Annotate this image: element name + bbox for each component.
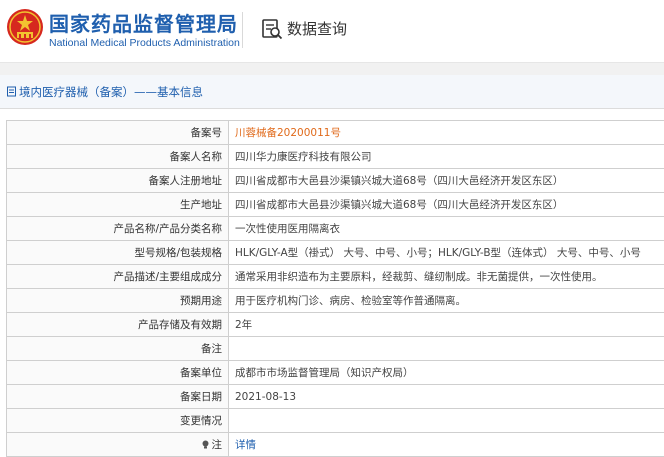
- national-emblem-icon: [7, 9, 43, 45]
- header-band: [0, 62, 664, 75]
- row-label: 产品存储及有效期: [6, 312, 229, 337]
- table-row: 备案日期 2021-08-13: [6, 384, 664, 409]
- row-value: 成都市市场监督管理局（知识产权局）: [228, 360, 664, 385]
- lightbulb-icon: [202, 440, 208, 449]
- table-row: 备案单位 成都市市场监督管理局（知识产权局）: [6, 360, 664, 385]
- section-header: 境内医疗器械（备案）——基本信息: [0, 75, 664, 109]
- table-row: 型号规格/包装规格 HLK/GLY-A型（褂式） 大号、中号、小号；HLK/GL…: [6, 240, 664, 265]
- document-icon: [7, 86, 16, 97]
- row-label: 备案人名称: [6, 144, 229, 169]
- row-value: 2年: [228, 312, 664, 337]
- row-value: 一次性使用医用隔离衣: [228, 216, 664, 241]
- org-name-en: National Medical Products Administration: [49, 37, 240, 49]
- row-label: 备注: [6, 336, 229, 361]
- row-value: [228, 408, 664, 433]
- row-value: 川蓉械备20200011号: [228, 120, 664, 145]
- table-row: 预期用途 用于医疗机构门诊、病房、检验室等作普通隔离。: [6, 288, 664, 313]
- row-label: 注: [211, 439, 223, 451]
- row-value: 通常采用非织造布为主要原料，经裁剪、缝纫制成。非无菌提供，一次性使用。: [228, 264, 664, 289]
- table-row: 注 详情: [6, 432, 664, 457]
- row-value: [228, 336, 664, 361]
- row-value: 用于医疗机构门诊、病房、检验室等作普通隔离。: [228, 288, 664, 313]
- row-label: 备案人注册地址: [6, 168, 229, 193]
- row-value: 四川省成都市大邑县沙渠镇兴城大道68号（四川大邑经济开发区东区）: [228, 168, 664, 193]
- table-row: 变更情况: [6, 408, 664, 433]
- row-value: 四川华力康医疗科技有限公司: [228, 144, 664, 169]
- info-table-wrapper: 备案号 川蓉械备20200011号 备案人名称 四川华力康医疗科技有限公司 备案…: [0, 109, 664, 457]
- org-name-cn: 国家药品监督管理局: [49, 12, 238, 36]
- detail-link[interactable]: 详情: [235, 439, 256, 451]
- header-divider: [242, 12, 243, 48]
- table-row: 产品存储及有效期 2年: [6, 312, 664, 337]
- row-label: 变更情况: [6, 408, 229, 433]
- section-title: 境内医疗器械（备案）——基本信息: [19, 84, 203, 99]
- table-row: 产品名称/产品分类名称 一次性使用医用隔离衣: [6, 216, 664, 241]
- row-label: 产品名称/产品分类名称: [6, 216, 229, 241]
- row-label: 备案号: [6, 120, 229, 145]
- site-header: 国家药品监督管理局 National Medical Products Admi…: [0, 0, 664, 62]
- row-label: 备案日期: [6, 384, 229, 409]
- note-value-cell: 详情: [228, 432, 664, 457]
- row-label: 型号规格/包装规格: [6, 240, 229, 265]
- info-table: 备案号 川蓉械备20200011号 备案人名称 四川华力康医疗科技有限公司 备案…: [6, 120, 664, 457]
- row-value: HLK/GLY-A型（褂式） 大号、中号、小号；HLK/GLY-B型（连体式） …: [228, 240, 664, 265]
- query-title: 数据查询: [287, 20, 348, 38]
- row-label: 产品描述/主要组成成分: [6, 264, 229, 289]
- row-value: 2021-08-13: [228, 384, 664, 409]
- note-label-cell: 注: [6, 432, 229, 457]
- table-row: 生产地址 四川省成都市大邑县沙渠镇兴城大道68号（四川大邑经济开发区东区）: [6, 192, 664, 217]
- row-value: 四川省成都市大邑县沙渠镇兴城大道68号（四川大邑经济开发区东区）: [228, 192, 664, 217]
- row-label: 预期用途: [6, 288, 229, 313]
- row-label: 备案单位: [6, 360, 229, 385]
- table-row: 产品描述/主要组成成分 通常采用非织造布为主要原料，经裁剪、缝纫制成。非无菌提供…: [6, 264, 664, 289]
- table-row: 备案号 川蓉械备20200011号: [6, 120, 664, 145]
- row-label: 生产地址: [6, 192, 229, 217]
- table-row: 备注: [6, 336, 664, 361]
- search-document-icon: [262, 19, 283, 40]
- table-row: 备案人注册地址 四川省成都市大邑县沙渠镇兴城大道68号（四川大邑经济开发区东区）: [6, 168, 664, 193]
- table-row: 备案人名称 四川华力康医疗科技有限公司: [6, 144, 664, 169]
